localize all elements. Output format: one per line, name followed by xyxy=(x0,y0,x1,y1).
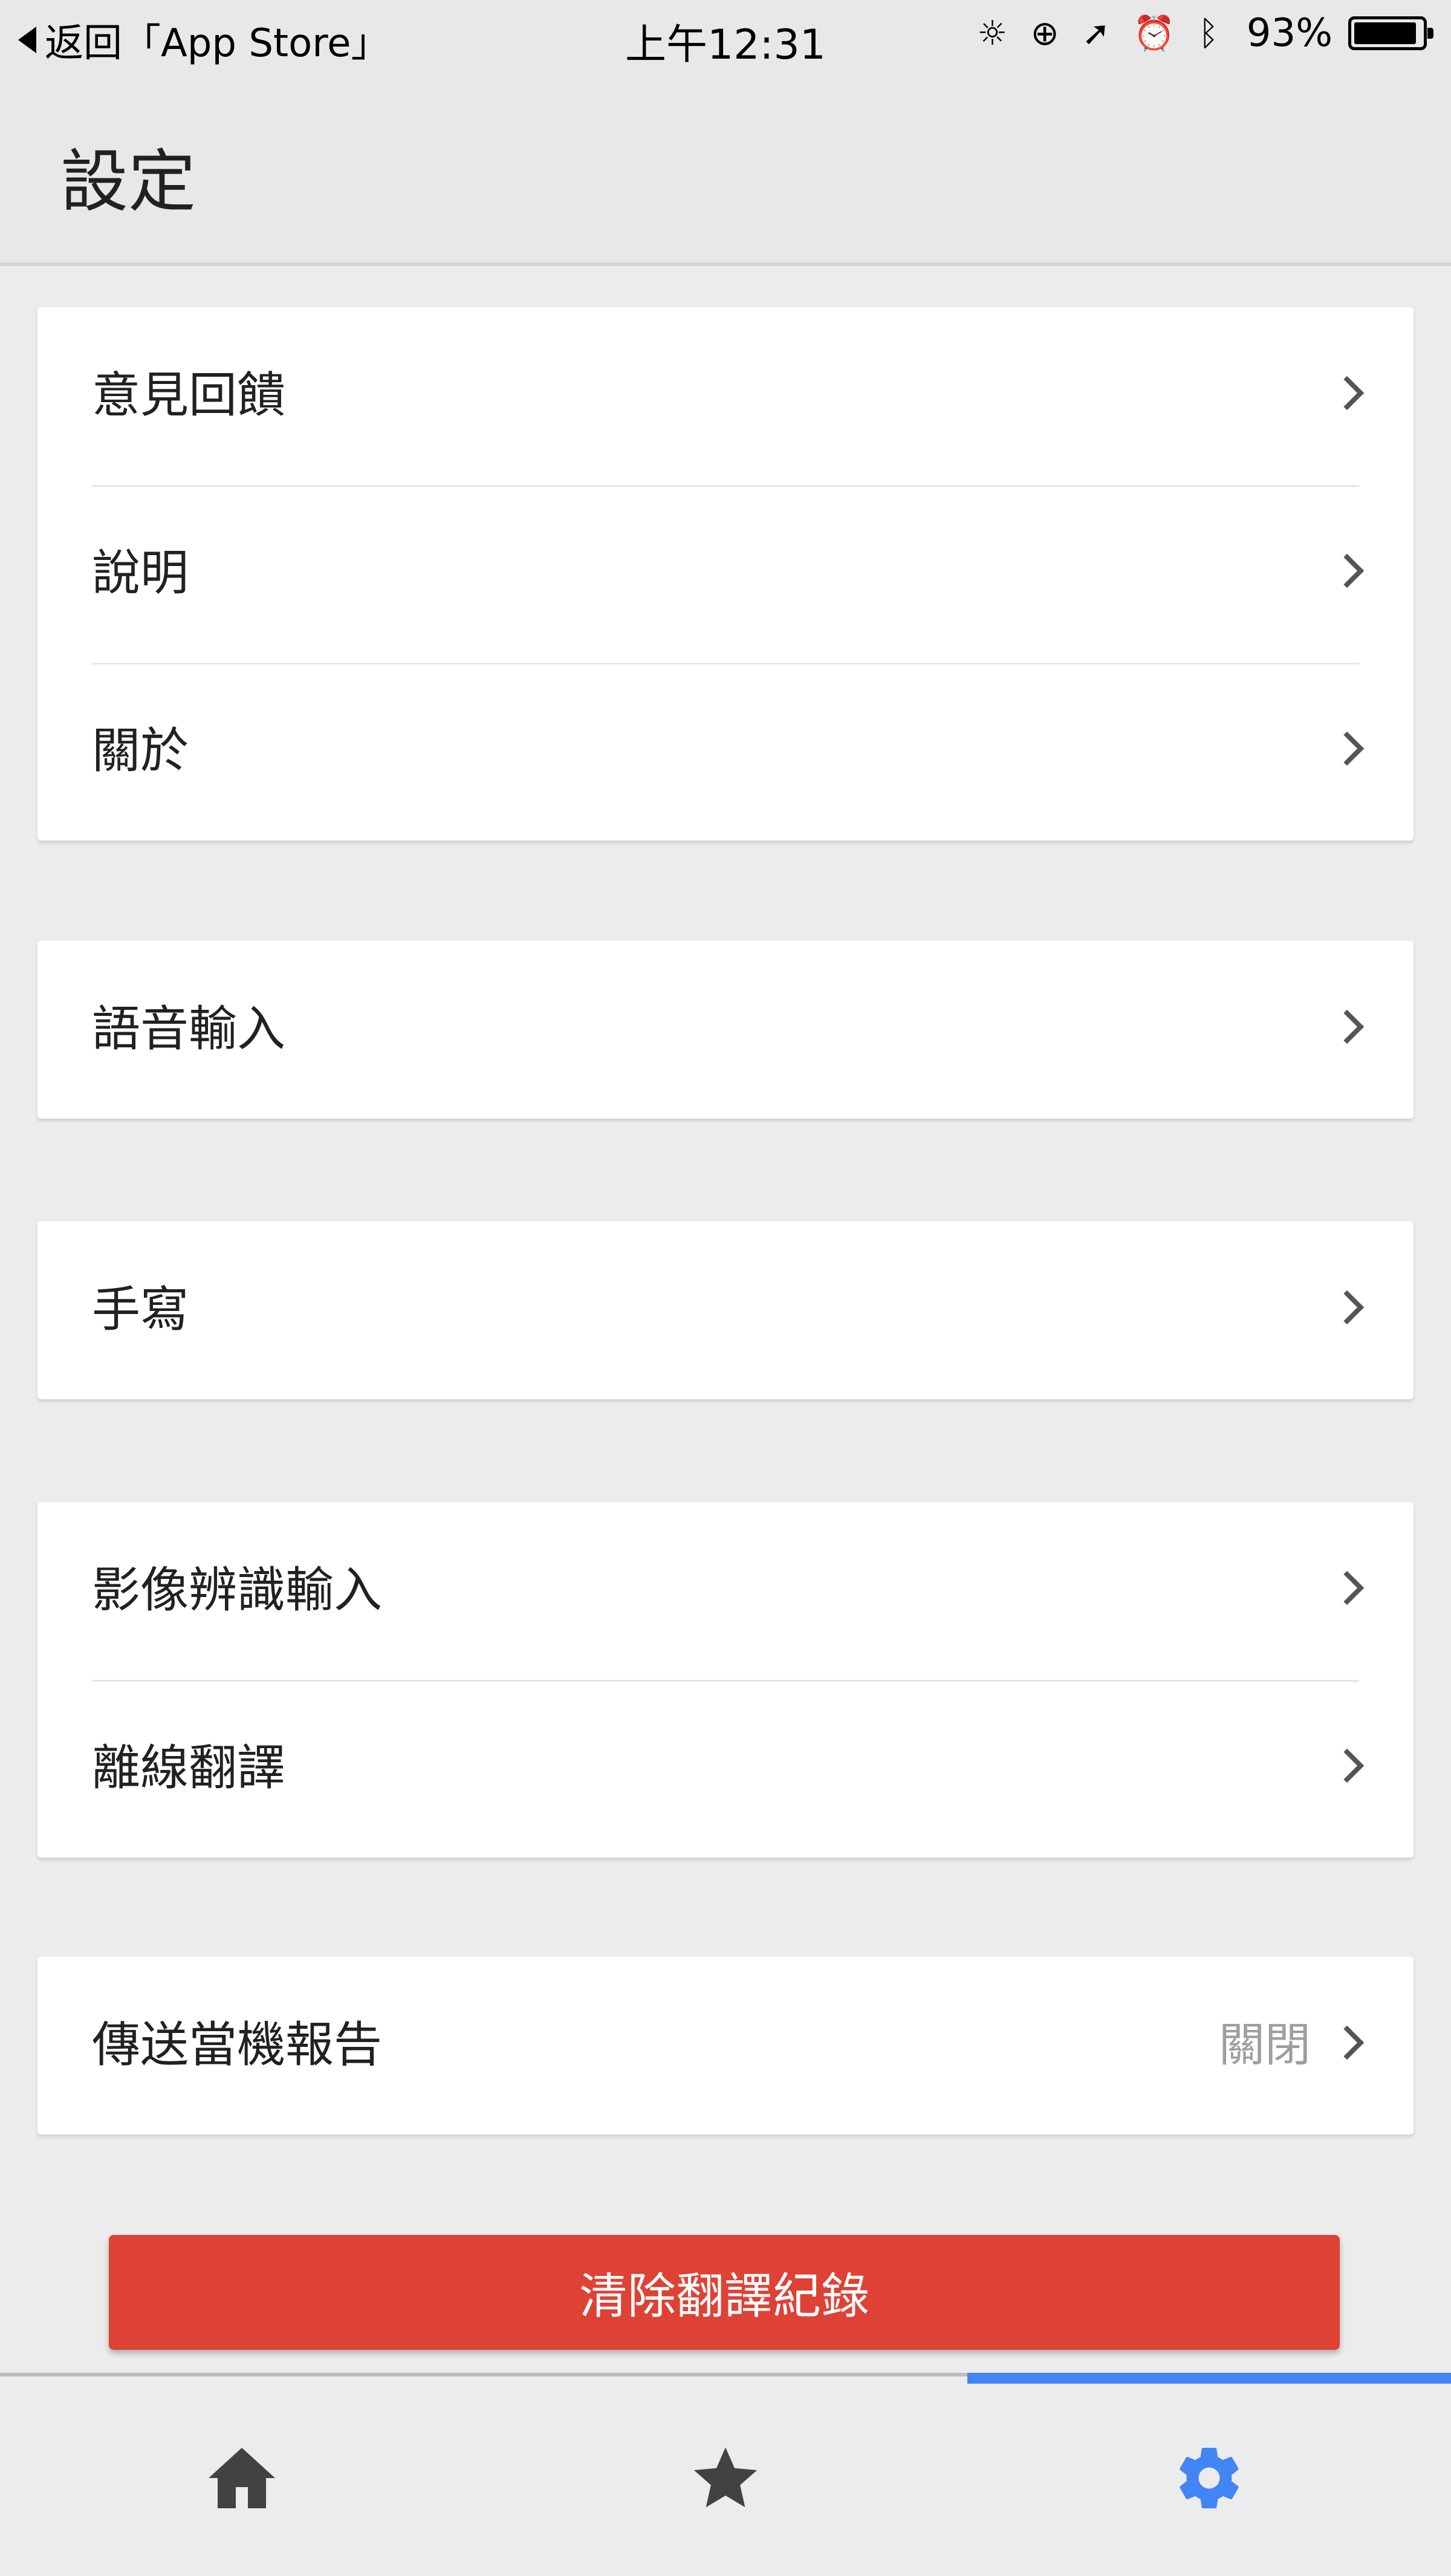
settings-item-label: 傳送當機報告 xyxy=(92,2017,382,2073)
settings-screen: 返回「App Store」 上午12:31 ☼ ⊕ ➚ ⏰ ᛒ 93% 設定 意… xyxy=(0,0,1451,2576)
crash-report-status: 關閉 xyxy=(1219,2018,1311,2072)
status-bar: 返回「App Store」 上午12:31 ☼ ⊕ ➚ ⏰ ᛒ 93% xyxy=(0,0,1451,73)
settings-item-label: 意見回饋 xyxy=(92,367,285,423)
chevron-right-icon xyxy=(1329,1290,1365,1325)
chevron-right-icon xyxy=(1329,1570,1365,1605)
chevron-right-icon xyxy=(1329,553,1365,588)
star-icon xyxy=(693,2447,758,2508)
settings-item-about[interactable]: 關於 xyxy=(37,663,1414,841)
settings-item-label: 離線翻譯 xyxy=(92,1740,285,1796)
chevron-right-icon xyxy=(1329,376,1365,411)
settings-item-label: 說明 xyxy=(92,545,189,601)
settings-item-help[interactable]: 說明 xyxy=(37,485,1414,663)
chevron-right-icon xyxy=(1329,2025,1365,2060)
settings-group-general: 意見回饋 說明 關於 xyxy=(37,307,1414,841)
settings-item-feedback[interactable]: 意見回饋 xyxy=(37,307,1414,485)
page-title: 設定 xyxy=(60,143,196,221)
clear-history-button[interactable]: 清除翻譯紀錄 xyxy=(109,2235,1340,2350)
tab-settings[interactable] xyxy=(967,2376,1451,2576)
settings-item-crash-report[interactable]: 傳送當機報告 關閉 xyxy=(37,1957,1414,2135)
settings-group-handwriting: 手寫 xyxy=(37,1221,1414,1399)
bluetooth-icon: ᛒ xyxy=(1198,13,1219,53)
gear-icon xyxy=(1180,2448,1239,2509)
settings-item-label: 手寫 xyxy=(92,1281,189,1338)
chevron-right-icon xyxy=(1329,1748,1365,1783)
chevron-right-icon xyxy=(1329,1009,1365,1044)
settings-item-voice-input[interactable]: 語音輸入 xyxy=(37,941,1414,1119)
battery-icon xyxy=(1348,16,1433,50)
settings-item-label: 影像辨識輸入 xyxy=(92,1562,382,1618)
status-icons: ☼ ⊕ ➚ ⏰ ᛒ 93% xyxy=(954,11,1433,56)
location-arrow-icon: ➚ xyxy=(1082,13,1111,53)
chevron-right-icon xyxy=(1329,731,1365,766)
battery-fill xyxy=(1354,22,1417,44)
battery-percent: 93% xyxy=(1246,11,1333,56)
settings-item-label: 關於 xyxy=(92,723,189,779)
brightness-icon: ☼ xyxy=(977,13,1008,53)
settings-item-label: 語音輸入 xyxy=(92,1001,285,1057)
settings-group-voice: 語音輸入 xyxy=(37,941,1414,1119)
bottom-nav xyxy=(0,2373,1451,2576)
settings-item-camera-input[interactable]: 影像辨識輸入 xyxy=(37,1502,1414,1680)
settings-item-offline-translation[interactable]: 離線翻譯 xyxy=(37,1680,1414,1858)
alarm-icon: ⏰ xyxy=(1133,14,1176,53)
tab-home[interactable] xyxy=(0,2376,484,2576)
tab-favorites[interactable] xyxy=(484,2376,967,2576)
settings-item-handwriting[interactable]: 手寫 xyxy=(37,1221,1414,1399)
orientation-lock-icon: ⊕ xyxy=(1030,13,1059,53)
settings-group-crash-report: 傳送當機報告 關閉 xyxy=(37,1957,1414,2135)
app-header: 設定 xyxy=(0,73,1451,266)
settings-group-camera-offline: 影像辨識輸入 離線翻譯 xyxy=(37,1502,1414,1858)
home-icon xyxy=(209,2448,275,2508)
